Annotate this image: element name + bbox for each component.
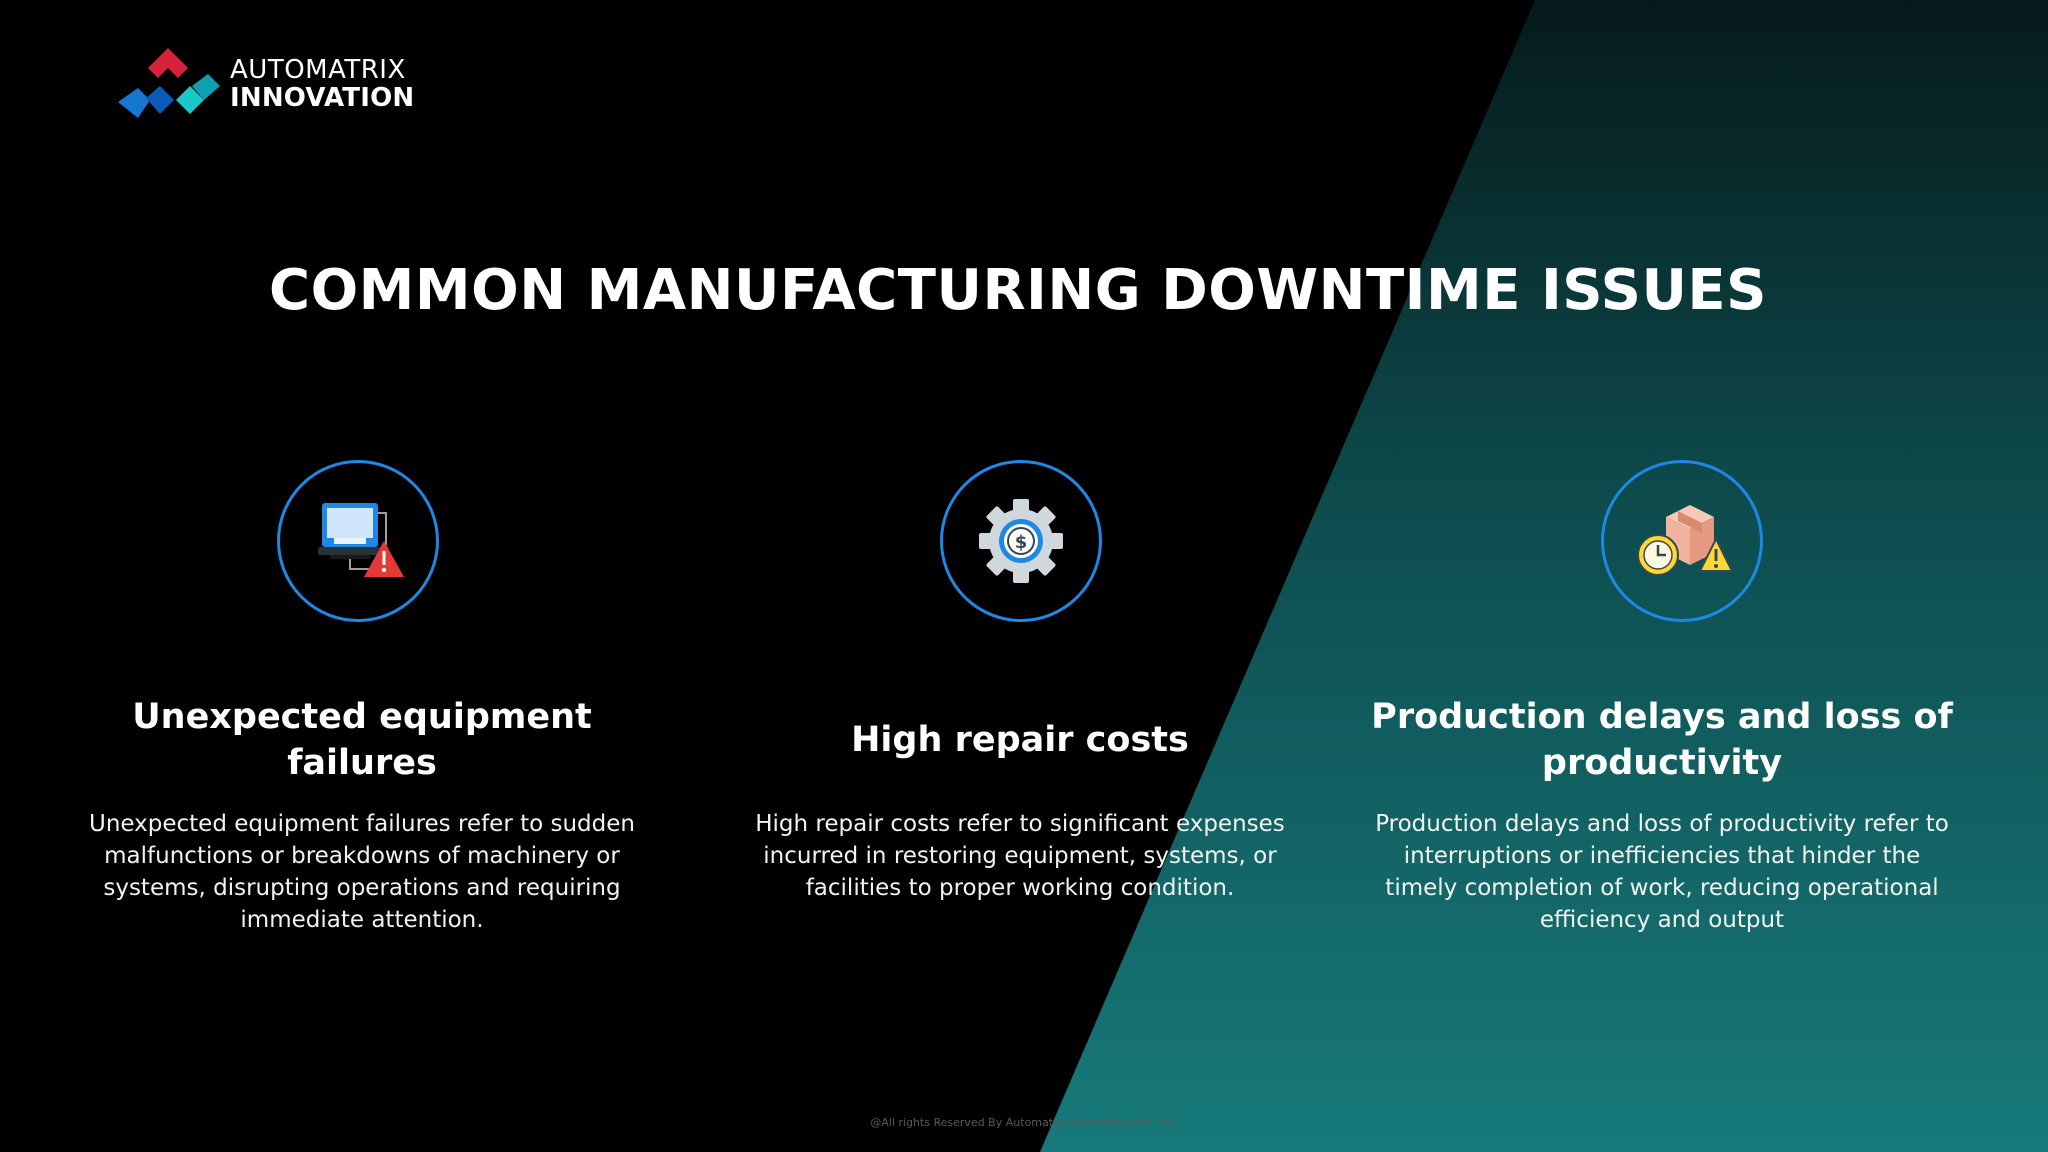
- card-title-area: Production delays and loss of productivi…: [1352, 690, 1972, 790]
- card-title-area: Unexpected equipment failures: [52, 690, 672, 790]
- card-title: Unexpected equipment failures: [132, 694, 592, 786]
- issue-card-production-delays: Production delays and loss of productivi…: [1352, 460, 1972, 936]
- brand-line-2: INNOVATION: [230, 83, 415, 113]
- card-title-line: failures: [287, 743, 437, 783]
- card-title-line: Production delays and loss of: [1371, 697, 1953, 737]
- brand-line-1: AUTOMATRIX: [230, 55, 406, 85]
- card-description: Production delays and loss of productivi…: [1352, 808, 1972, 936]
- desc-line: High repair costs refer to significant e…: [755, 811, 1285, 837]
- card-title-area: High repair costs: [710, 690, 1330, 790]
- card-description: High repair costs refer to significant e…: [710, 808, 1330, 904]
- gear-dollar-icon: $: [979, 499, 1063, 583]
- icon-ring: $: [940, 460, 1102, 622]
- clock-box-warning-icon: [1637, 505, 1732, 576]
- issue-card-repair-costs: $ High repair costs High repair costs re…: [710, 460, 1330, 904]
- desc-line: Unexpected equipment failures refer to s…: [89, 811, 635, 837]
- card-title: Production delays and loss of productivi…: [1371, 694, 1953, 786]
- svg-text:$: $: [1015, 532, 1028, 553]
- desc-line: incurred in restoring equipment, systems…: [763, 843, 1277, 869]
- icon-ring: [1601, 460, 1763, 622]
- brand-mark-icon: [118, 48, 220, 118]
- computer-alert-icon: [318, 503, 404, 577]
- icon-ring: [277, 460, 439, 622]
- desc-line: malfunctions or breakdowns of machinery …: [104, 843, 620, 869]
- desc-line: Production delays and loss of productivi…: [1375, 811, 1949, 837]
- desc-line: efficiency and output: [1539, 907, 1785, 933]
- desc-line: facilities to proper working condition.: [805, 875, 1235, 901]
- desc-line: immediate attention.: [240, 907, 484, 933]
- desc-line: interruptions or inefficiencies that hin…: [1403, 843, 1921, 869]
- brand-wordmark: AUTOMATRIX INNOVATION: [230, 57, 414, 111]
- card-description: Unexpected equipment failures refer to s…: [52, 808, 672, 936]
- issue-card-equipment-failures: Unexpected equipment failures Unexpected…: [52, 460, 672, 936]
- card-title-line: productivity: [1541, 743, 1783, 783]
- desc-line: systems, disrupting operations and requi…: [103, 875, 621, 901]
- card-title: High repair costs: [851, 720, 1189, 760]
- brand-logo: AUTOMATRIX INNOVATION: [116, 46, 414, 122]
- desc-line: timely completion of work, reducing oper…: [1385, 875, 1939, 901]
- card-title-line: Unexpected equipment: [132, 697, 592, 737]
- copyright-footer: @All rights Reserved By Automatrix Innov…: [870, 1116, 1178, 1129]
- page-title: COMMON MANUFACTURING DOWNTIME ISSUES: [268, 258, 1768, 323]
